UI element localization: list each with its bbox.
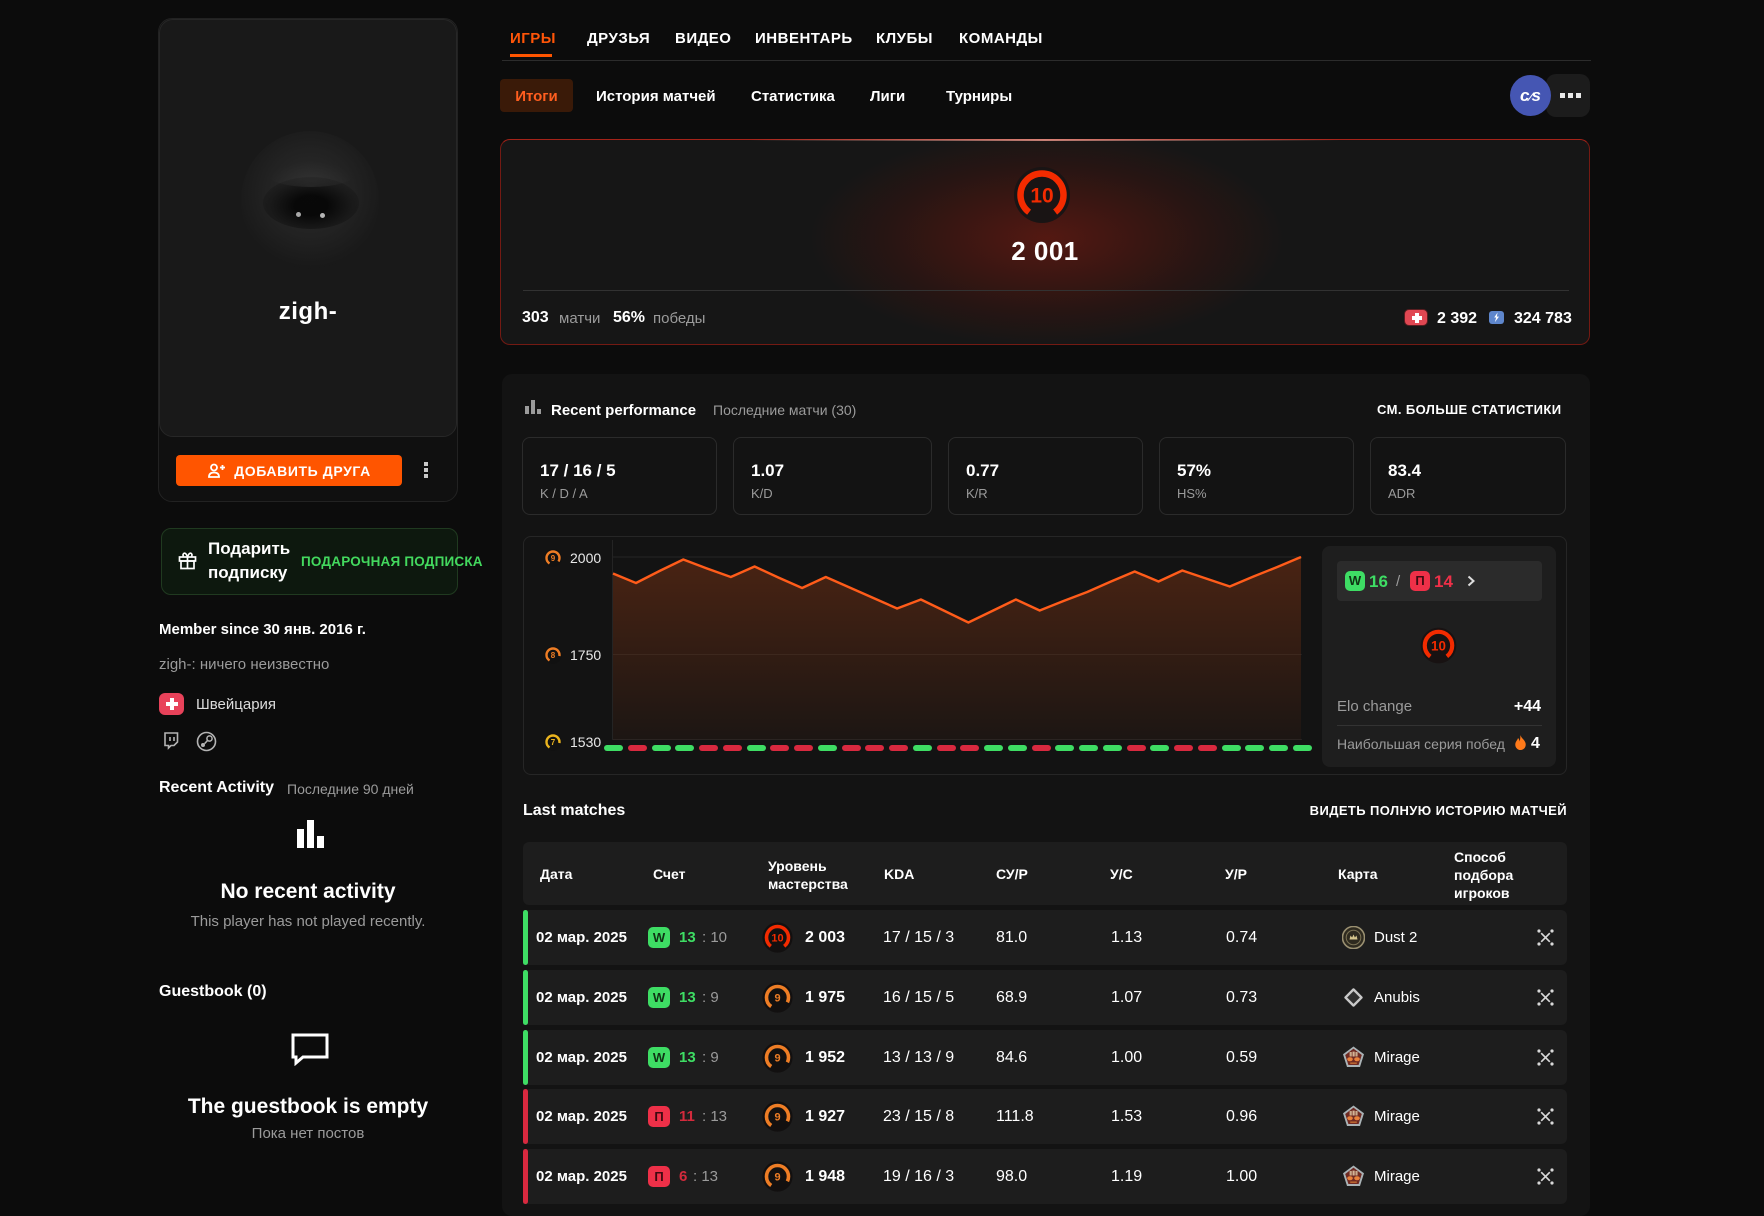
svg-text:10: 10 bbox=[1030, 185, 1053, 208]
svg-text:9: 9 bbox=[774, 1112, 780, 1124]
svg-text:10: 10 bbox=[1431, 638, 1446, 653]
svg-text:9: 9 bbox=[774, 1172, 780, 1184]
svg-text:8: 8 bbox=[551, 651, 556, 660]
svg-text:10: 10 bbox=[771, 933, 783, 945]
svg-text:7: 7 bbox=[551, 738, 556, 747]
svg-text:9: 9 bbox=[774, 993, 780, 1005]
svg-text:9: 9 bbox=[551, 554, 556, 563]
svg-text:9: 9 bbox=[774, 1052, 780, 1064]
